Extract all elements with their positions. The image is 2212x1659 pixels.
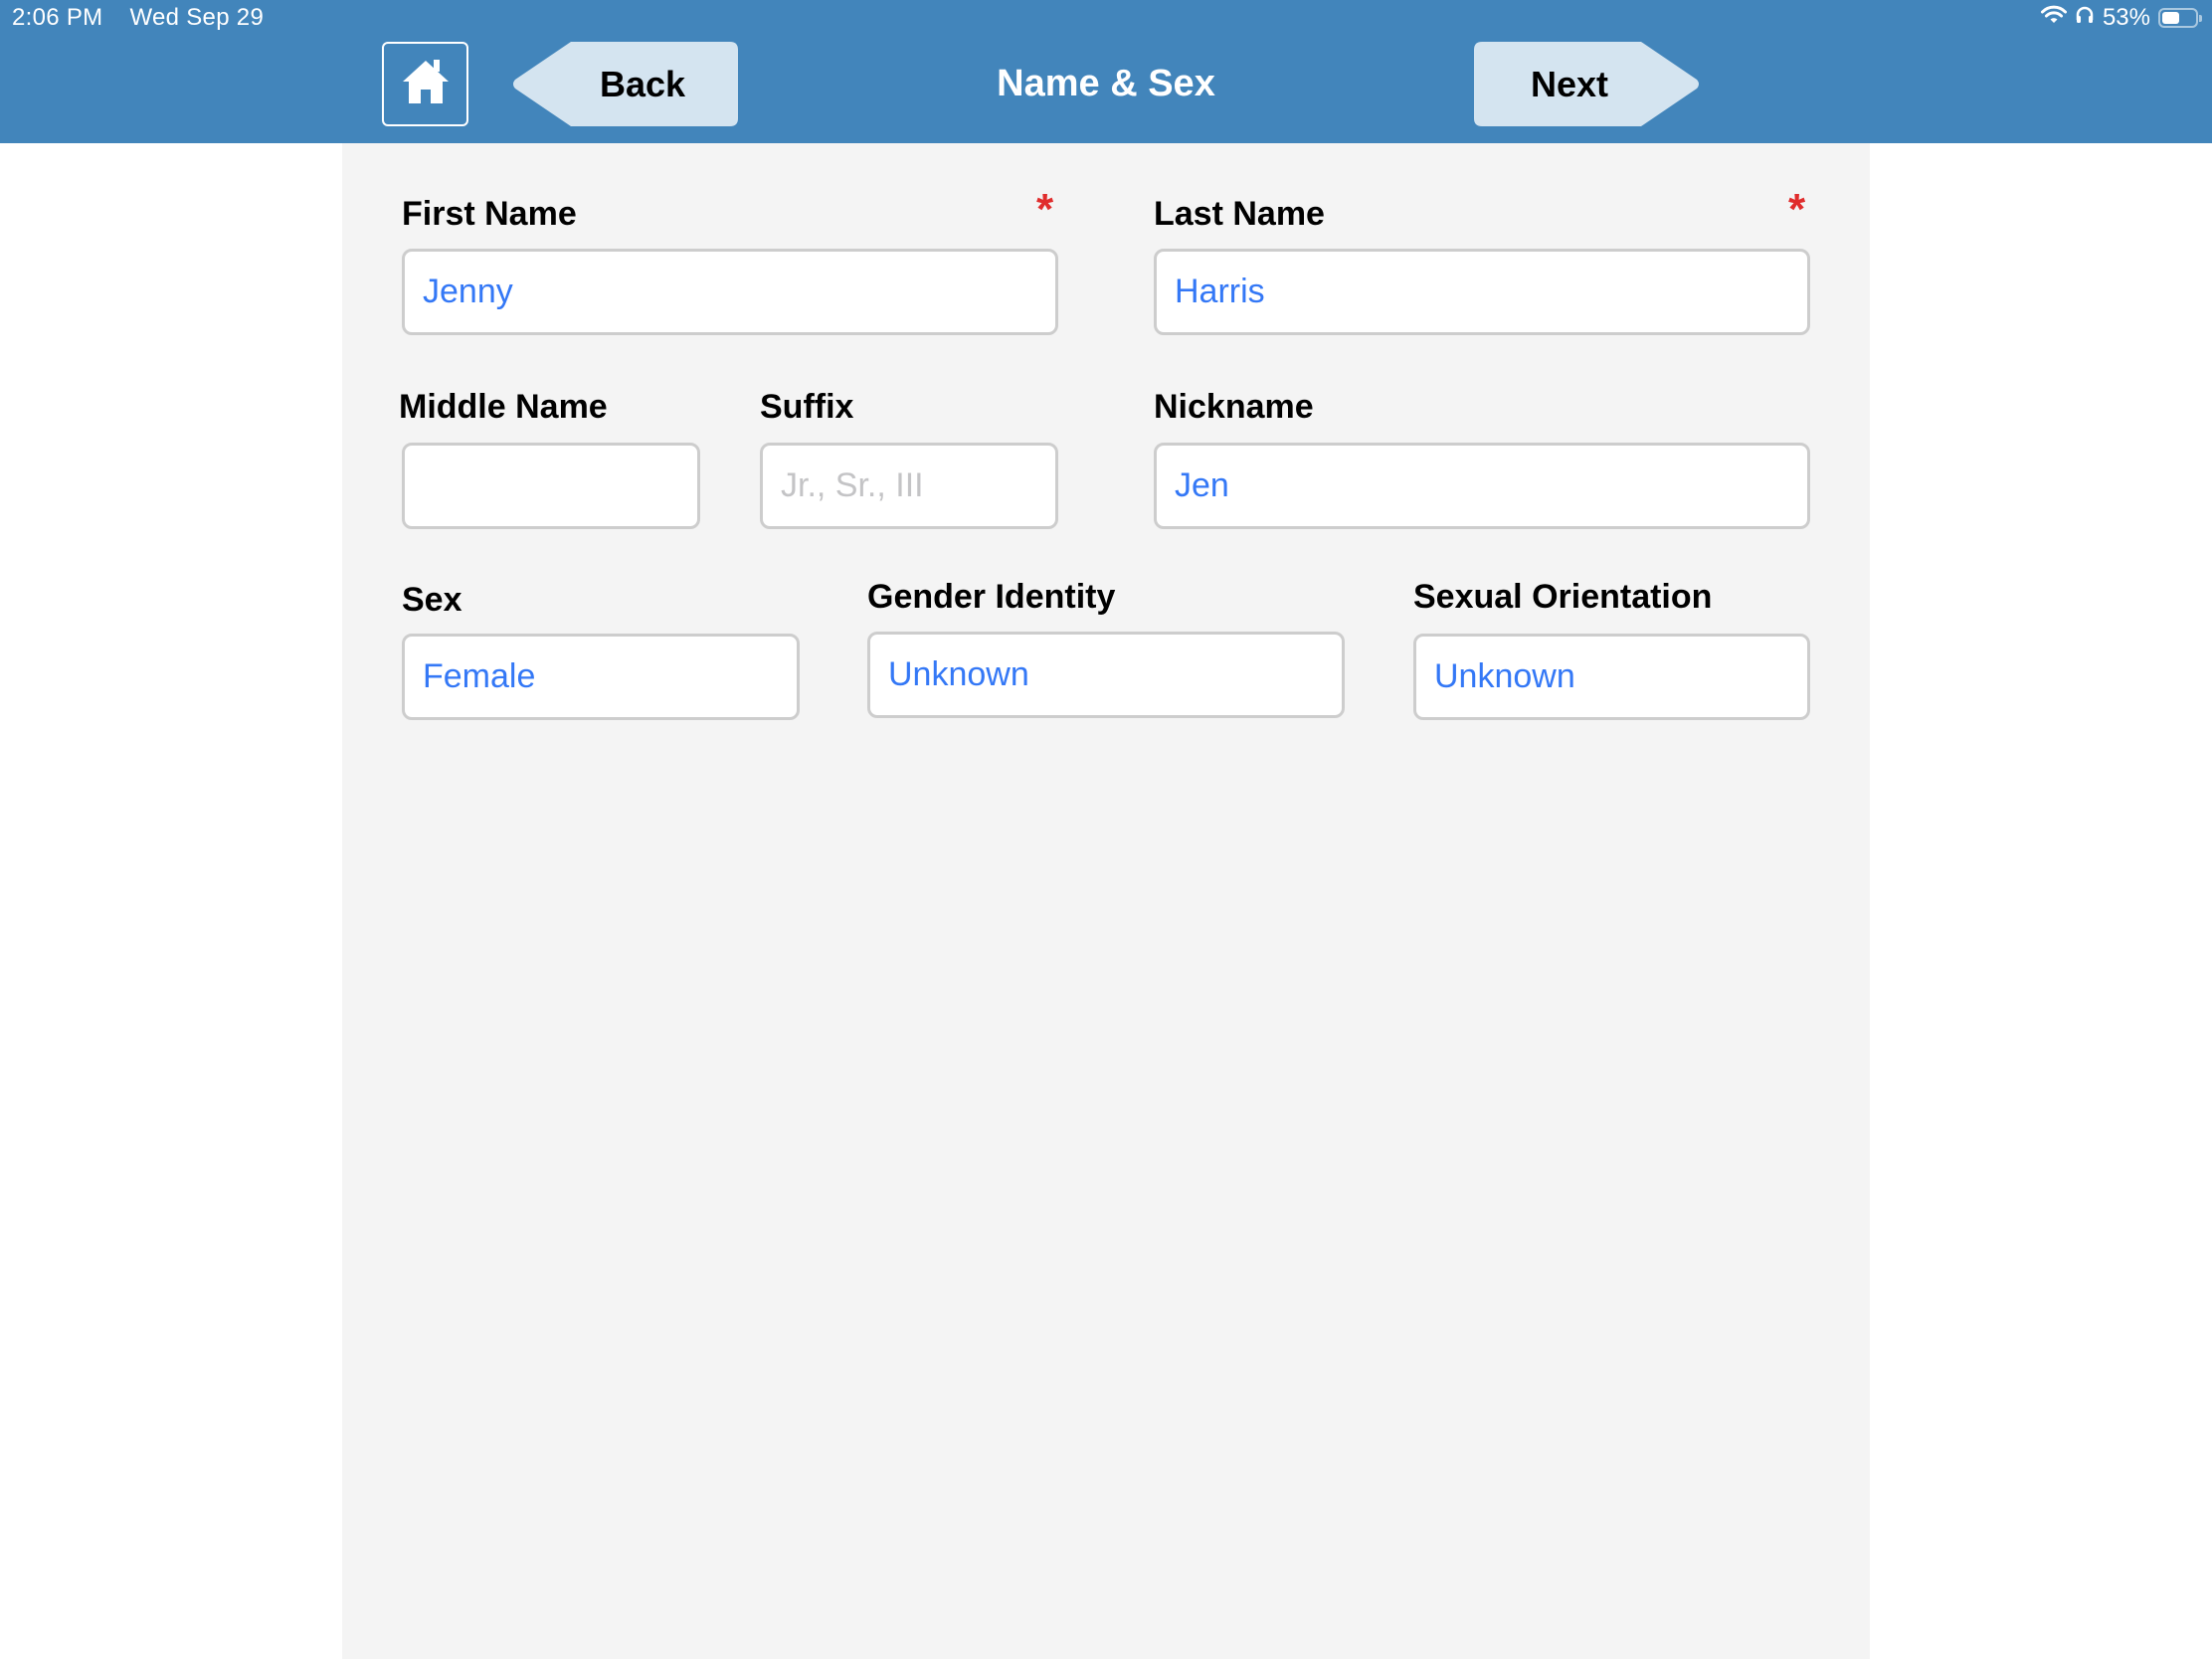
- page-title: Name & Sex: [997, 63, 1215, 104]
- last-name-label: Last Name: [1154, 195, 1325, 233]
- sex-label: Sex: [402, 581, 462, 619]
- middle-name-label: Middle Name: [399, 388, 608, 426]
- headphones-icon: [2075, 4, 2095, 32]
- gender-identity-select[interactable]: Unknown: [867, 632, 1345, 718]
- wifi-icon: [2040, 4, 2067, 32]
- middle-name-input[interactable]: [402, 443, 700, 529]
- first-name-label: First Name: [402, 195, 577, 233]
- status-bar-right: 53%: [2040, 4, 2202, 32]
- next-button[interactable]: Next: [1474, 42, 1701, 126]
- nickname-label: Nickname: [1154, 388, 1314, 426]
- status-bar-left: 2:06 PM Wed Sep 29: [12, 4, 283, 32]
- first-name-input[interactable]: Jenny: [402, 249, 1058, 335]
- last-name-required-marker: *: [1788, 185, 1806, 234]
- form-panel: First Name * Jenny Last Name * Harris Mi…: [342, 143, 1870, 1659]
- next-label: Next: [1530, 64, 1609, 104]
- status-time: 2:06 PM: [12, 4, 103, 31]
- battery-icon: [2158, 8, 2202, 28]
- status-date: Wed Sep 29: [129, 4, 265, 31]
- sex-select[interactable]: Female: [402, 634, 800, 720]
- suffix-input[interactable]: Jr., Sr., III: [760, 443, 1058, 529]
- last-name-input[interactable]: Harris: [1154, 249, 1810, 335]
- top-nav-bar: 2:06 PM Wed Sep 29 53% Back Name & Sex N…: [0, 0, 2212, 143]
- first-name-required-marker: *: [1036, 185, 1054, 234]
- sexual-orientation-label: Sexual Orientation: [1413, 578, 1713, 616]
- suffix-label: Suffix: [760, 388, 854, 426]
- nickname-input[interactable]: Jen: [1154, 443, 1810, 529]
- battery-percent: 53%: [2102, 4, 2150, 31]
- gender-identity-label: Gender Identity: [867, 578, 1116, 616]
- battery-level-fill: [2162, 12, 2179, 24]
- sexual-orientation-select[interactable]: Unknown: [1413, 634, 1810, 720]
